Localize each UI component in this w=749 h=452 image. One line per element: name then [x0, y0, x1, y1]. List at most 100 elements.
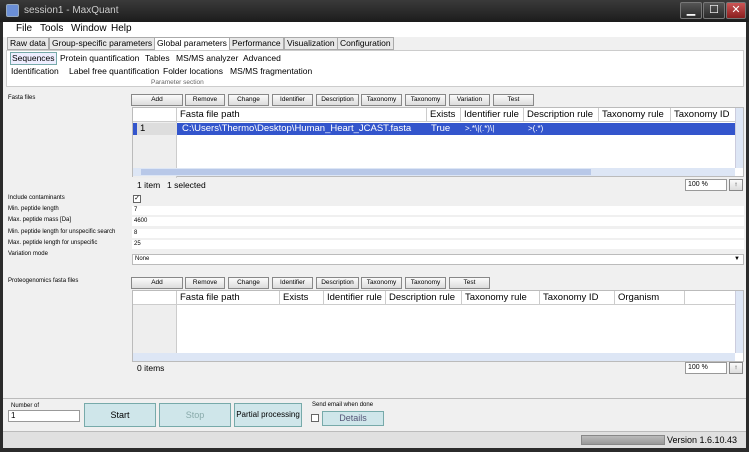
subtab-msms-fragmentation[interactable]: MS/MS fragmentation — [229, 66, 313, 77]
proteo-col-organism[interactable]: Organism — [615, 291, 685, 304]
maximize-button[interactable]: ☐ — [703, 2, 725, 19]
subtab-protein-quantification[interactable]: Protein quantification — [59, 53, 140, 64]
title-bar: session1 - MaxQuant ▁ ☐ ✕ — [0, 0, 749, 22]
param-label-include-contaminants: Include contaminants — [8, 195, 65, 201]
proteo-horizontal-scrollbar[interactable] — [133, 353, 735, 361]
close-button[interactable]: ✕ — [726, 2, 746, 19]
fasta-taxonomy-button[interactable]: Taxonomy — [361, 94, 402, 106]
fasta-vertical-scrollbar[interactable] — [735, 108, 743, 168]
proteogenomics-label: Proteogenomics fasta files — [8, 278, 79, 284]
proteo-change-button[interactable]: Change — [228, 277, 269, 289]
col-taxonomy-id[interactable]: Taxonomy ID — [671, 108, 735, 121]
number-of-label: Number of — [11, 403, 40, 409]
application-window: session1 - MaxQuant ▁ ☐ ✕ File Tools Win… — [0, 0, 749, 452]
fasta-horizontal-scrollbar[interactable] — [133, 168, 735, 176]
proteo-col-fasta-file-path[interactable]: Fasta file path — [177, 291, 280, 304]
fasta-test-button[interactable]: Test — [493, 94, 534, 106]
tab-group-specific-parameters[interactable]: Group-specific parameters — [49, 37, 156, 50]
parameter-section-label: Parameter section — [151, 79, 204, 86]
details-button[interactable]: Details — [322, 411, 384, 426]
stop-button[interactable]: Stop — [159, 403, 231, 427]
param-label-min-peptide-length-unspecific: Min. peptide length for unspecific searc… — [8, 229, 116, 235]
menu-window[interactable]: Window — [71, 23, 107, 34]
tab-raw-data[interactable]: Raw data — [7, 37, 49, 50]
menu-bar: File Tools Window Help — [3, 22, 746, 37]
fasta-zoom-select[interactable]: 100 % — [685, 179, 727, 191]
tab-configuration[interactable]: Configuration — [337, 37, 394, 50]
subtab-label-free-quantification[interactable]: Label free quantification — [68, 66, 160, 77]
proteo-row-header-corner — [133, 291, 177, 305]
param-label-variation-mode: Variation mode — [8, 251, 48, 257]
proteo-zoom-select[interactable]: 100 % — [685, 362, 727, 374]
variation-mode-select[interactable]: None — [132, 254, 744, 265]
fasta-add-button[interactable]: Add — [131, 94, 183, 106]
fasta-scroll-thumb[interactable] — [141, 169, 591, 175]
main-content: Raw data Group-specific parameters Globa… — [3, 37, 746, 448]
proteo-table: Fasta file path Exists Identifier rule D… — [132, 290, 744, 362]
col-identifier-rule[interactable]: Identifier rule — [461, 108, 524, 121]
tab-global-parameters[interactable]: Global parameters — [154, 37, 230, 51]
fasta-table: Fasta file path Exists Identifier rule D… — [132, 107, 744, 178]
proteo-taxonomy-button[interactable]: Taxonomy — [361, 277, 402, 289]
minimize-button[interactable]: ▁ — [680, 2, 702, 19]
menu-file[interactable]: File — [16, 23, 32, 34]
partial-processing-button[interactable]: Partial processing — [234, 403, 302, 427]
row-header-corner — [133, 108, 177, 122]
proteo-identifier-button[interactable]: Identifier — [272, 277, 313, 289]
subtab-tables[interactable]: Tables — [144, 53, 171, 64]
proteo-remove-button[interactable]: Remove — [185, 277, 225, 289]
fasta-taxonomy-id-button[interactable]: Taxonomy — [405, 94, 446, 106]
include-contaminants-checkbox[interactable]: ✓ — [133, 195, 141, 203]
subtab-identification[interactable]: Identification — [10, 66, 60, 77]
version-label: Version 1.6.10.43 — [667, 435, 738, 445]
start-button[interactable]: Start — [84, 403, 156, 427]
col-fasta-file-path[interactable]: Fasta file path — [177, 108, 427, 121]
fasta-table-header: Fasta file path Exists Identifier rule D… — [133, 108, 735, 122]
proteo-col-description-rule[interactable]: Description rule — [386, 291, 462, 304]
proteo-col-identifier-rule[interactable]: Identifier rule — [324, 291, 386, 304]
subtab-folder-locations[interactable]: Folder locations — [162, 66, 224, 77]
max-peptide-mass-field[interactable]: 4600 — [132, 217, 744, 226]
menu-tools[interactable]: Tools — [40, 23, 63, 34]
fasta-description-button[interactable]: Description — [316, 94, 359, 106]
fasta-files-label: Fasta files — [8, 95, 36, 101]
proteo-test-button[interactable]: Test — [449, 277, 490, 289]
send-email-checkbox[interactable] — [311, 414, 319, 422]
col-taxonomy-rule[interactable]: Taxonomy rule — [599, 108, 671, 121]
number-of-threads-field[interactable]: 1 — [8, 410, 80, 422]
param-label-max-peptide-mass: Max. peptide mass [Da] — [8, 217, 72, 223]
cell-description-rule: >(.*) — [528, 124, 544, 133]
min-peptide-length-field[interactable]: 7 — [132, 206, 744, 215]
table-row[interactable]: 1 C:\Users\Thermo\Desktop\Human_Heart_JC… — [133, 123, 735, 135]
proteo-export-button[interactable]: ↑ — [729, 362, 743, 374]
proteo-col-taxonomy-rule[interactable]: Taxonomy rule — [462, 291, 540, 304]
proteo-add-button[interactable]: Add — [131, 277, 183, 289]
proteo-description-button[interactable]: Description — [316, 277, 359, 289]
max-peptide-length-unspecific-field[interactable]: 25 — [132, 240, 744, 249]
tab-performance[interactable]: Performance — [229, 37, 284, 50]
col-exists[interactable]: Exists — [427, 108, 461, 121]
chevron-down-icon[interactable]: ▼ — [734, 256, 740, 262]
fasta-change-button[interactable]: Change — [228, 94, 269, 106]
send-email-label: Send email when done — [312, 402, 374, 408]
proteo-taxonomy-id-button[interactable]: Taxonomy — [405, 277, 446, 289]
fasta-export-button[interactable]: ↑ — [729, 179, 743, 191]
subtab-msms-analyzer[interactable]: MS/MS analyzer — [175, 53, 239, 64]
proteo-vertical-scrollbar[interactable] — [735, 291, 743, 353]
min-peptide-length-unspecific-field[interactable]: 8 — [132, 229, 744, 238]
fasta-identifier-button[interactable]: Identifier — [272, 94, 313, 106]
fasta-remove-button[interactable]: Remove — [185, 94, 225, 106]
subtab-panel: Sequences Protein quantification Tables … — [6, 50, 744, 87]
tab-visualization[interactable]: Visualization — [284, 37, 338, 50]
col-description-rule[interactable]: Description rule — [524, 108, 599, 121]
param-label-min-peptide-length: Min. peptide length — [8, 206, 59, 212]
proteo-col-exists[interactable]: Exists — [280, 291, 324, 304]
fasta-variation-button[interactable]: Variation — [449, 94, 490, 106]
row-index: 1 — [137, 123, 177, 135]
proteo-status-items: 0 items — [137, 363, 165, 373]
subtab-sequences[interactable]: Sequences — [10, 52, 57, 65]
proteo-col-taxonomy-id[interactable]: Taxonomy ID — [540, 291, 615, 304]
subtab-advanced[interactable]: Advanced — [242, 53, 282, 64]
menu-help[interactable]: Help — [111, 23, 132, 34]
param-label-max-peptide-length-unspecific: Max. peptide length for unspecific — [8, 240, 98, 246]
